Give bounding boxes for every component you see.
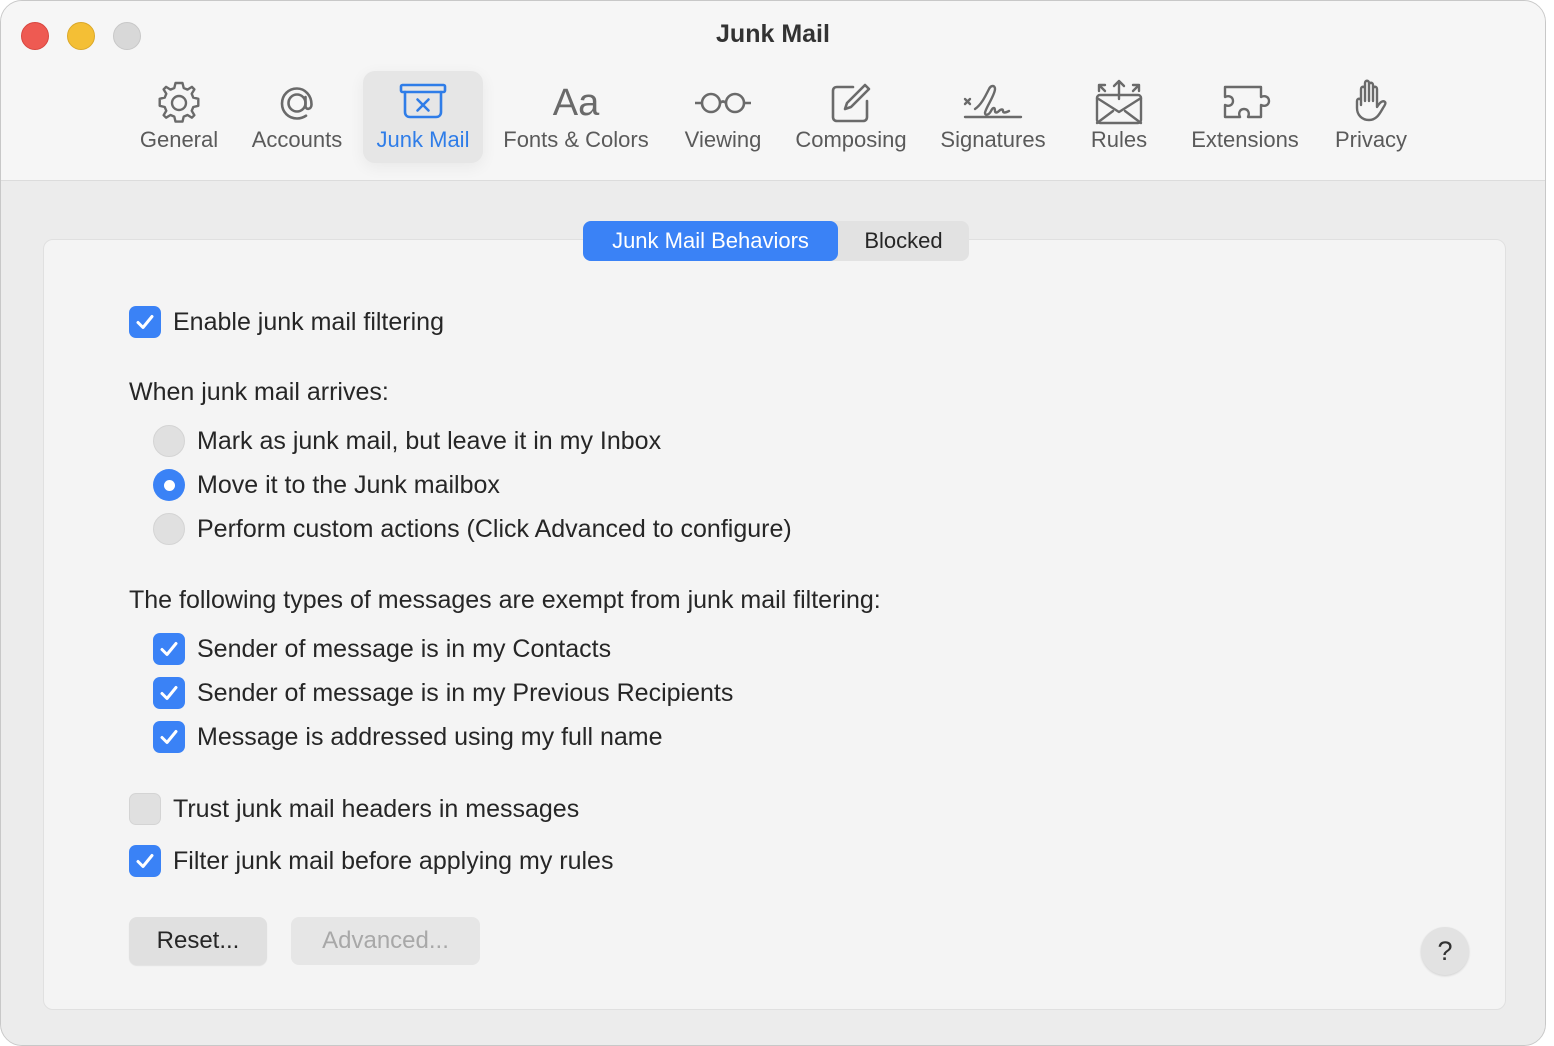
toolbar-item-viewing[interactable]: Viewing [673,71,773,163]
toolbar-item-extensions[interactable]: Extensions [1187,71,1303,163]
raised-hand-icon [1355,79,1387,122]
toolbar-label: Junk Mail [376,127,470,152]
toolbar-item-accounts[interactable]: Accounts [247,71,347,163]
filter-before-rules-label: Filter junk mail before applying my rule… [173,846,614,875]
toolbar-label: Rules [1090,127,1148,152]
trust-headers-checkbox[interactable] [129,793,161,825]
exempt-full-name-row[interactable]: Message is addressed using my full name [153,720,663,754]
arrival-option-custom-actions[interactable]: Perform custom actions (Click Advanced t… [153,512,792,546]
radio-custom-actions[interactable] [153,513,185,545]
radio-label: Perform custom actions (Click Advanced t… [197,514,792,543]
toolbar-label: Accounts [251,127,343,152]
enable-filtering-row[interactable]: Enable junk mail filtering [129,305,444,339]
radio-label: Move it to the Junk mailbox [197,470,500,499]
checkmark-icon [160,686,178,700]
toolbar-item-fonts-colors[interactable]: Aa Fonts & Colors [501,71,651,163]
enable-filtering-label: Enable junk mail filtering [173,307,444,336]
arrival-heading: When junk mail arrives: [129,378,389,406]
signature-icon [963,84,1023,119]
tab-blocked[interactable]: Blocked [838,221,969,261]
junk-tray-icon [399,83,447,119]
checkmark-icon [160,730,178,744]
at-sign-icon [280,87,313,120]
toolbar-item-signatures[interactable]: Signatures [933,71,1053,163]
exempt-heading: The following types of messages are exem… [129,586,881,614]
exempt-contacts-checkbox[interactable] [153,633,185,665]
filter-before-rules-checkbox[interactable] [129,845,161,877]
radio-mark-as-junk[interactable] [153,425,185,457]
checkmark-icon [136,854,154,868]
toolbar-label: Extensions [1191,127,1299,152]
gear-icon [158,81,200,123]
font-aa-icon: Aa [552,82,600,124]
toolbar-item-composing[interactable]: Composing [791,71,911,163]
toolbar-label: General [139,127,219,152]
trust-headers-row[interactable]: Trust junk mail headers in messages [129,792,579,826]
exempt-previous-recipients-checkbox[interactable] [153,677,185,709]
arrival-option-move-to-junk[interactable]: Move it to the Junk mailbox [153,468,500,502]
filter-before-rules-row[interactable]: Filter junk mail before applying my rule… [129,844,613,878]
puzzle-piece-icon [1223,85,1271,119]
toolbar-item-general[interactable]: General [129,71,229,163]
toolbar-label: Composing [795,127,907,152]
titlebar: Junk Mail General Accounts Junk Mail Aa … [1,1,1545,181]
exempt-full-name-checkbox[interactable] [153,721,185,753]
radio-label: Mark as junk mail, but leave it in my In… [197,426,662,455]
envelope-arrows-icon [1095,79,1143,125]
compose-pencil-icon [831,83,871,123]
toolbar-label: Privacy [1334,127,1408,152]
checkmark-icon [160,642,178,656]
tab-control: Junk Mail Behaviors Blocked [583,221,969,261]
content-area: Enable junk mail filtering When junk mai… [1,181,1545,1045]
exempt-previous-recipients-label: Sender of message is in my Previous Reci… [197,678,734,707]
toolbar-label: Viewing [684,127,762,152]
advanced-button: Advanced... [291,917,480,965]
exempt-contacts-row[interactable]: Sender of message is in my Contacts [153,632,611,666]
tab-junk-mail-behaviors[interactable]: Junk Mail Behaviors [583,221,838,261]
toolbar-item-privacy[interactable]: Privacy [1321,71,1421,163]
toolbar-item-junk-mail[interactable]: Junk Mail [363,71,483,163]
preferences-window: Junk Mail General Accounts Junk Mail Aa … [0,0,1546,1046]
reset-button[interactable]: Reset... [129,917,267,965]
glasses-icon [695,92,751,114]
trust-headers-label: Trust junk mail headers in messages [173,794,580,823]
checkmark-icon [136,315,154,329]
toolbar-item-rules[interactable]: Rules [1069,71,1169,163]
toolbar-label: Signatures [940,127,1046,152]
enable-filtering-checkbox[interactable] [129,306,161,338]
window-title: Junk Mail [716,20,830,48]
settings-panel: Enable junk mail filtering When junk mai… [43,239,1506,1010]
exempt-contacts-label: Sender of message is in my Contacts [197,634,612,663]
exempt-full-name-label: Message is addressed using my full name [197,722,663,751]
help-button[interactable]: ? [1421,927,1469,975]
arrival-option-mark-as-junk[interactable]: Mark as junk mail, but leave it in my In… [153,424,661,458]
exempt-previous-recipients-row[interactable]: Sender of message is in my Previous Reci… [153,676,733,710]
toolbar-label: Fonts & Colors [503,127,649,152]
radio-move-to-junk[interactable] [153,469,185,501]
